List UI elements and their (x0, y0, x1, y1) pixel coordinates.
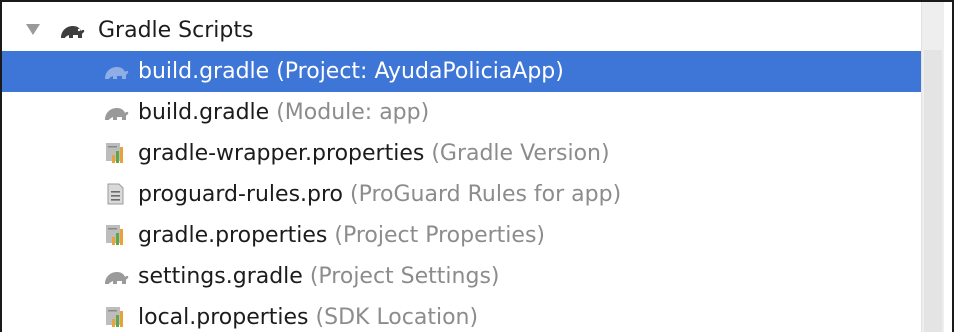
tree-item-local-properties[interactable]: local.properties (SDK Location) (2, 297, 952, 332)
file-hint: (Project: AyudaPoliciaApp) (276, 59, 564, 84)
file-name: build.gradle (138, 59, 270, 84)
expand-arrow-icon[interactable] (26, 24, 40, 35)
tree-item-label: proguard-rules.pro (ProGuard Rules for a… (138, 182, 621, 207)
properties-file-icon (106, 143, 123, 163)
properties-file-icon (106, 307, 123, 327)
file-hint: (Project Properties) (334, 223, 545, 248)
file-name: settings.gradle (138, 264, 303, 289)
text-file-icon (107, 183, 124, 205)
tree-item-proguard-rules[interactable]: proguard-rules.pro (ProGuard Rules for a… (2, 174, 952, 215)
project-tree-panel: Gradle Scripts build.gradle (Project: Ay… (0, 0, 954, 332)
file-hint: (Project Settings) (309, 264, 500, 289)
file-name: gradle-wrapper.properties (138, 141, 425, 166)
tree-item-label: settings.gradle (Project Settings) (138, 264, 500, 289)
tree-item-label: gradle-wrapper.properties (Gradle Versio… (138, 141, 610, 166)
file-name: local.properties (138, 305, 309, 330)
tree-item-label: gradle.properties (Project Properties) (138, 223, 545, 248)
file-hint: (Gradle Version) (431, 141, 610, 166)
tree-item-label: build.gradle (Module: app) (138, 100, 429, 125)
scrollbar-thumb[interactable] (924, 50, 942, 332)
tree-item-build-gradle-module[interactable]: build.gradle (Module: app) (2, 92, 952, 133)
tree-item-label: local.properties (SDK Location) (138, 305, 478, 330)
file-hint: (Module: app) (276, 100, 430, 125)
project-tree: Gradle Scripts build.gradle (Project: Ay… (2, 10, 952, 332)
gradle-elephant-icon (105, 108, 129, 120)
tree-item-label: build.gradle (Project: AyudaPoliciaApp) (138, 59, 564, 84)
file-hint: (ProGuard Rules for app) (350, 182, 622, 207)
tree-item-settings-gradle[interactable]: settings.gradle (Project Settings) (2, 256, 952, 297)
panel-edge (944, 2, 952, 332)
file-name: build.gradle (138, 100, 270, 125)
gradle-elephant-icon (105, 272, 129, 284)
tree-item-gradle-wrapper-properties[interactable]: gradle-wrapper.properties (Gradle Versio… (2, 133, 952, 174)
file-name: gradle.properties (138, 223, 328, 248)
tree-node-gradle-scripts[interactable]: Gradle Scripts (2, 10, 952, 51)
tree-node-label: Gradle Scripts (98, 18, 254, 43)
gradle-elephant-icon (105, 67, 129, 79)
vertical-scrollbar[interactable] (921, 2, 944, 332)
properties-file-icon (106, 225, 123, 245)
file-hint: (SDK Location) (315, 305, 479, 330)
file-name: proguard-rules.pro (138, 182, 344, 207)
tree-item-gradle-properties[interactable]: gradle.properties (Project Properties) (2, 215, 952, 256)
tree-item-build-gradle-project[interactable]: build.gradle (Project: AyudaPoliciaApp) (2, 51, 952, 92)
gradle-elephant-icon (61, 26, 85, 38)
